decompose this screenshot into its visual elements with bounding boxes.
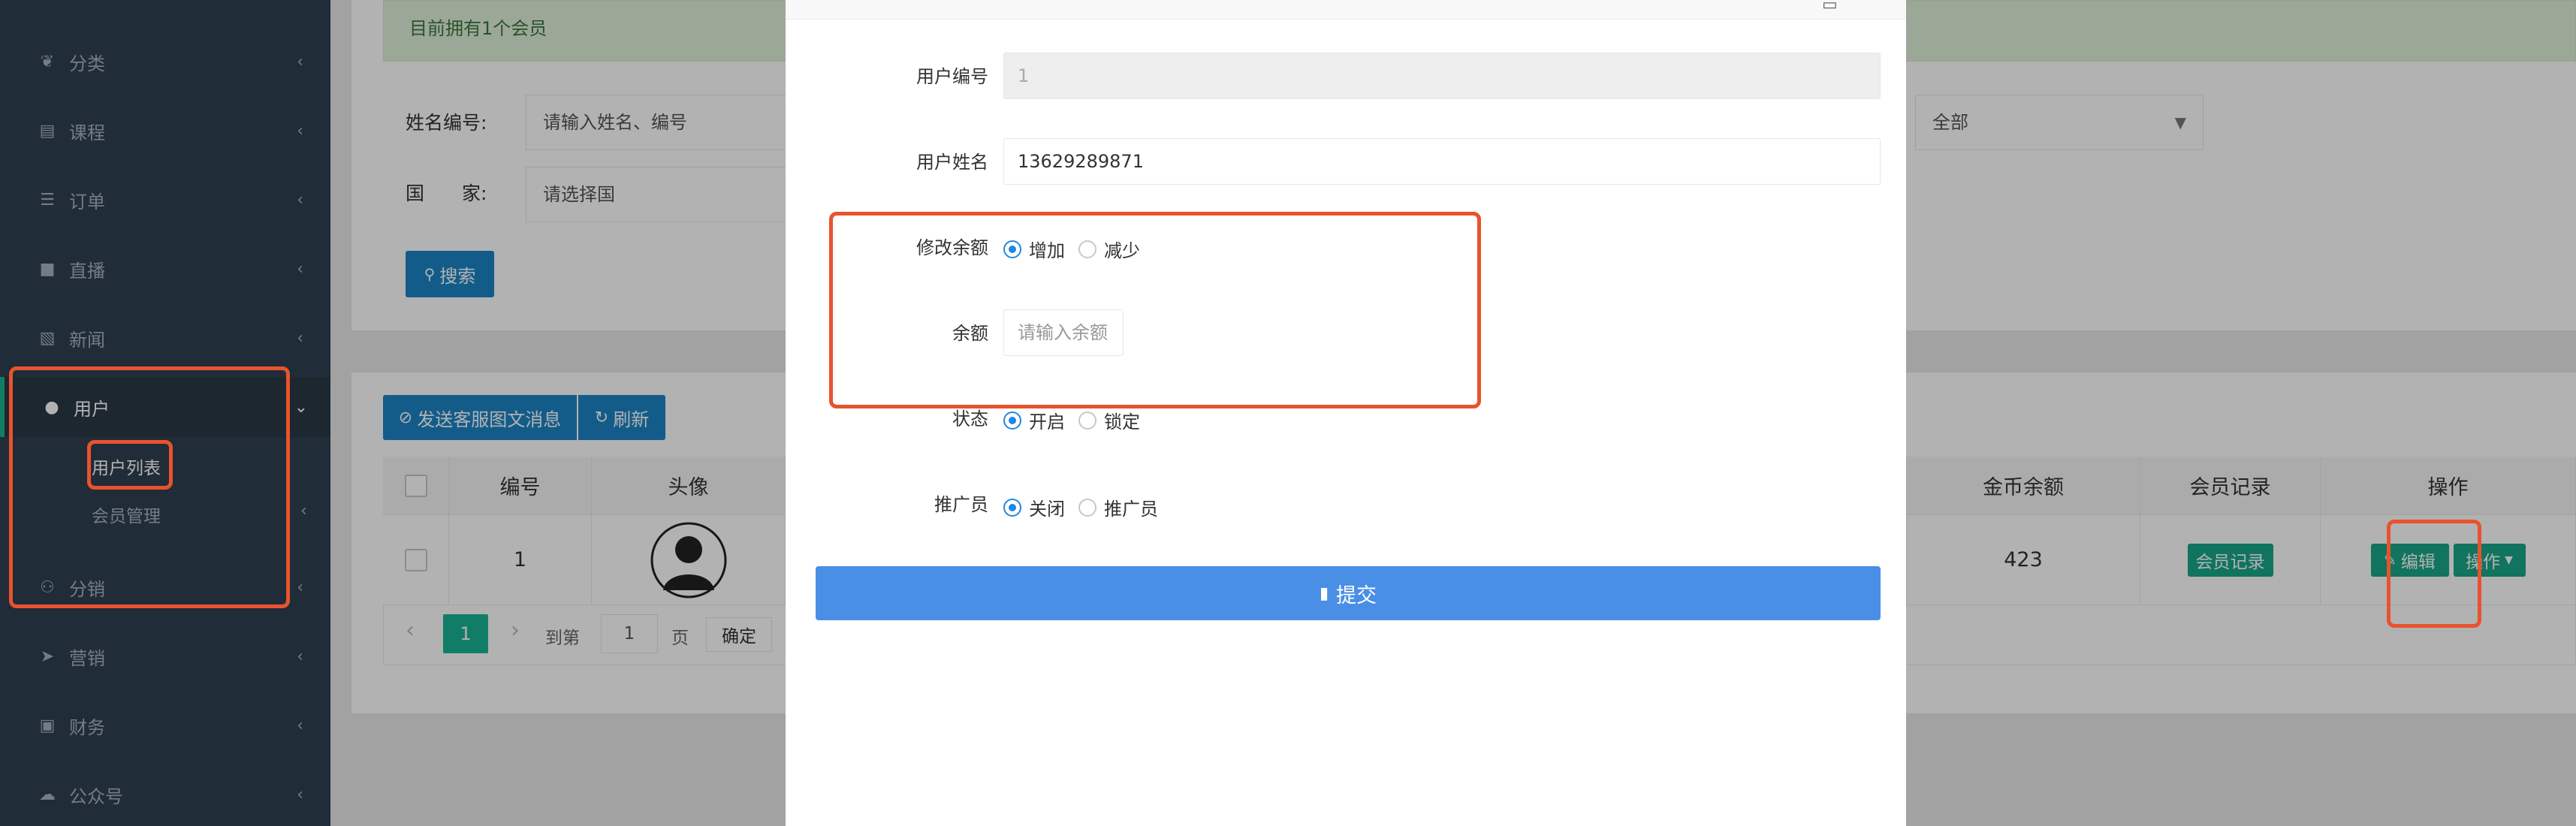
user-id-field: 1	[1003, 53, 1881, 99]
user-name-label: 用户姓名	[916, 152, 988, 173]
radio-dot	[1078, 411, 1096, 430]
radio-status-on-label: 开启	[1029, 411, 1065, 433]
submit-button-label: 提交	[1336, 583, 1377, 607]
radio-dot	[1078, 498, 1096, 517]
radio-dot-checked	[1003, 498, 1021, 517]
radio-promoter-off[interactable]: 关闭	[1003, 494, 1065, 520]
highlight-user-list	[87, 440, 173, 490]
highlight-edit-button	[2387, 520, 2481, 628]
edit-user-modal: ▭ 用户编号 1 用户姓名 13629289871 修改余额 增加 减少 余额 …	[786, 0, 1906, 826]
radio-status-lock[interactable]: 锁定	[1078, 407, 1140, 433]
radio-dot-checked	[1003, 411, 1021, 430]
radio-promoter-on[interactable]: 推广员	[1078, 494, 1158, 520]
modal-header	[786, 0, 1906, 20]
radio-status-lock-label: 锁定	[1104, 411, 1140, 433]
user-id-label: 用户编号	[916, 66, 988, 87]
promoter-label: 推广员	[934, 494, 988, 515]
highlight-balance-fields	[829, 212, 1481, 408]
radio-status-on[interactable]: 开启	[1003, 407, 1065, 433]
submit-button[interactable]: ▮ 提交	[816, 566, 1881, 620]
clipboard-icon: ▮	[1319, 583, 1329, 603]
radio-promoter-on-label: 推广员	[1104, 499, 1158, 520]
maximize-icon[interactable]: ▭	[1822, 0, 1838, 14]
radio-promoter-off-label: 关闭	[1029, 499, 1065, 520]
user-name-field[interactable]: 13629289871	[1003, 138, 1881, 185]
